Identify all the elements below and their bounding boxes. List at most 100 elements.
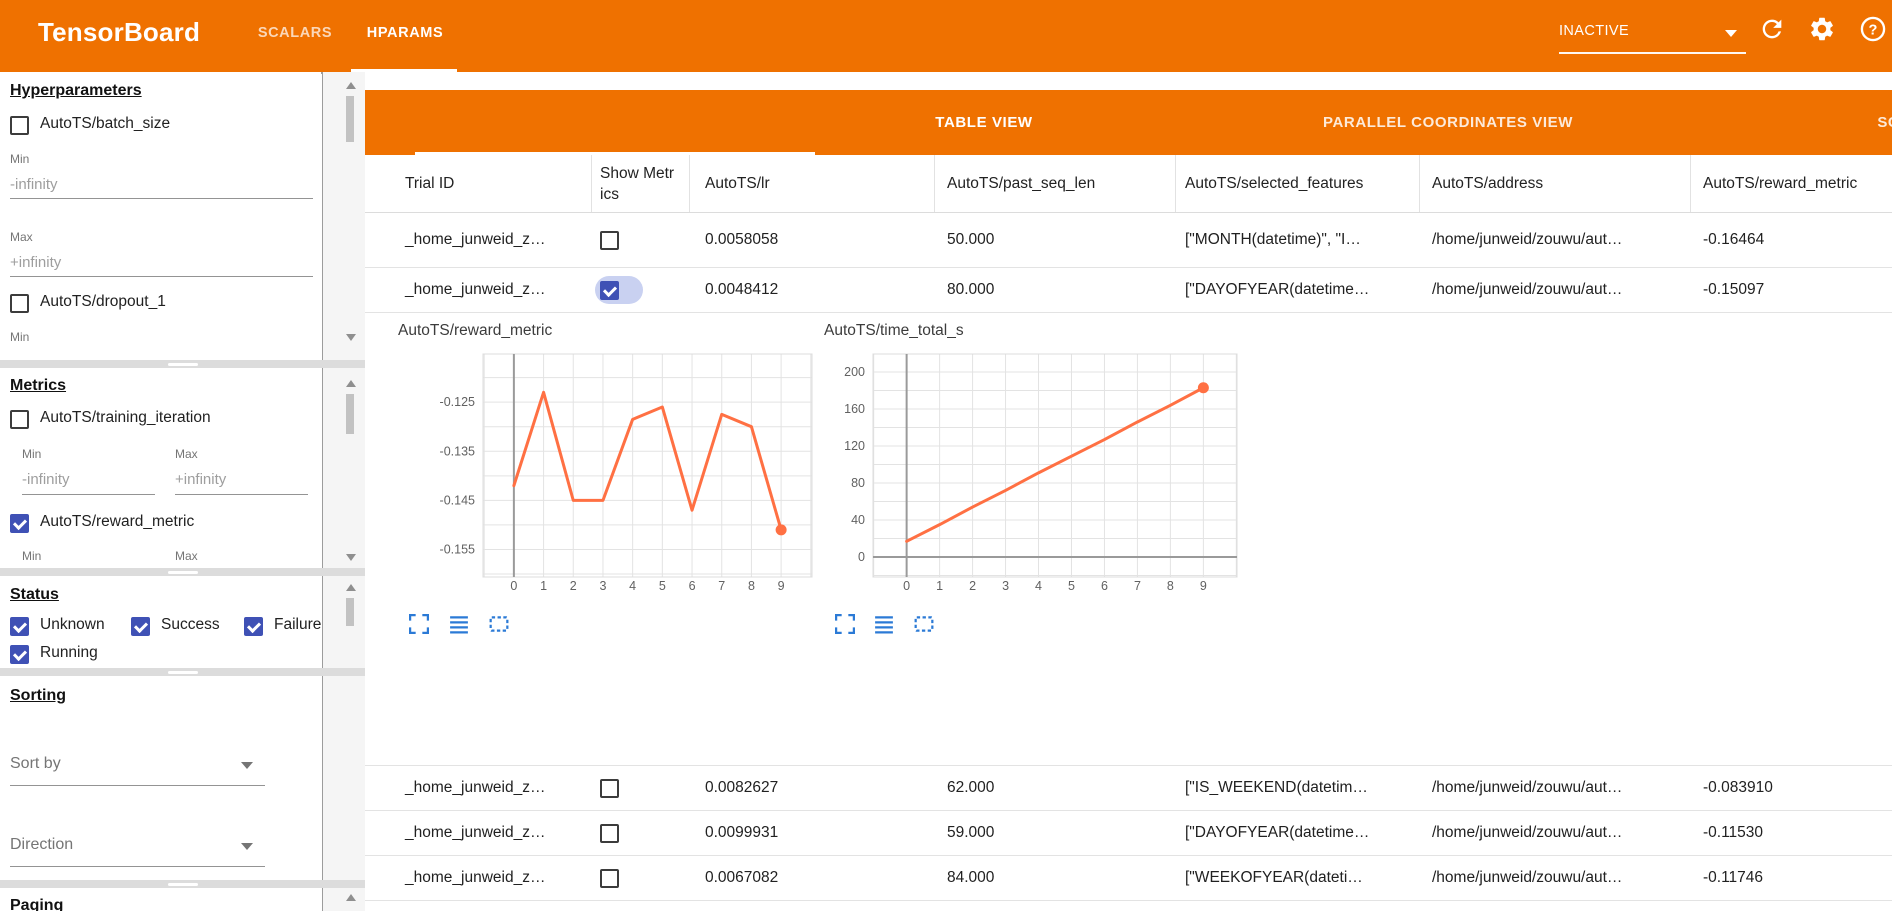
min-label: Min: [22, 549, 41, 563]
status-success-checkbox[interactable]: [131, 617, 150, 636]
selected-features-cell: ["DAYOFYEAR(datetime…: [1176, 811, 1420, 855]
chevron-down-icon[interactable]: [241, 762, 253, 769]
svg-text:40: 40: [851, 513, 865, 527]
tab-table-view[interactable]: TABLE VIEW: [814, 114, 1154, 131]
svg-text:160: 160: [844, 402, 865, 416]
section-divider[interactable]: [0, 668, 365, 676]
status-heading: Status: [10, 586, 59, 604]
direction-select[interactable]: Direction: [10, 836, 73, 854]
svg-text:3: 3: [599, 579, 606, 593]
lr-cell: 0.0048412: [690, 268, 935, 312]
show-metrics-checkbox[interactable]: [600, 869, 619, 888]
batch-size-checkbox[interactable]: [10, 116, 29, 135]
fullscreen-icon[interactable]: [409, 614, 429, 634]
address-cell: /home/junweid/zouwu/aut…: [1420, 213, 1691, 267]
selected-features-cell: ["WEEKOFYEAR(dateti…: [1176, 856, 1420, 900]
address-cell: /home/junweid/zouwu/aut…: [1420, 766, 1691, 810]
max-label: Max: [10, 230, 33, 244]
min-label: Min: [10, 330, 29, 344]
row-toggle-icon[interactable]: [874, 614, 894, 634]
trial-id-cell: _home_junweid_z…: [365, 766, 592, 810]
status-success-label: Success: [161, 616, 220, 634]
gear-icon[interactable]: [1808, 15, 1836, 43]
divider-drag-handle[interactable]: [168, 671, 198, 674]
selected-features-cell: ["MONTH(datetime)", "I…: [1176, 213, 1420, 267]
svg-text:9: 9: [1200, 579, 1207, 593]
row-toggle-icon[interactable]: [449, 614, 469, 634]
show-metrics-checkbox[interactable]: [600, 231, 619, 250]
show-metrics-checkbox[interactable]: [600, 281, 619, 300]
marquee-zoom-icon[interactable]: [489, 614, 509, 634]
reward-metric-checkbox[interactable]: [10, 514, 29, 533]
sorting-section: Sorting Sort by Direction: [0, 676, 322, 880]
scroll-down-arrow[interactable]: [346, 554, 356, 561]
min-input[interactable]: -infinity: [10, 176, 58, 193]
sort-by-select[interactable]: Sort by: [10, 755, 61, 773]
tab-scalars[interactable]: SCALARS: [240, 25, 350, 41]
section-divider[interactable]: [0, 568, 365, 576]
max-input[interactable]: +infinity: [175, 471, 226, 488]
status-failure-checkbox[interactable]: [244, 617, 263, 636]
dropdown-caret-icon: [1725, 30, 1737, 37]
tab-scatter-plot-matrix-view[interactable]: SCATTER PLOT MATRIX VIEW: [1823, 114, 1892, 131]
svg-text:0: 0: [510, 579, 517, 593]
view-tab-bar: TABLE VIEW PARALLEL COORDINATES VIEW SCA…: [365, 90, 1892, 155]
scroll-up-arrow[interactable]: [346, 82, 356, 89]
column-header-selected-features: AutoTS/selected_features: [1176, 155, 1420, 212]
metrics-heading: Metrics: [10, 377, 66, 395]
help-icon[interactable]: ?: [1859, 15, 1887, 43]
training-iteration-checkbox[interactable]: [10, 410, 29, 429]
sidebar-gutter: [323, 72, 365, 911]
divider-drag-handle[interactable]: [168, 571, 198, 574]
divider-drag-handle[interactable]: [168, 363, 198, 366]
past-seq-len-cell: 80.000: [935, 268, 1176, 312]
marquee-zoom-icon[interactable]: [914, 614, 934, 634]
dropout-checkbox[interactable]: [10, 294, 29, 313]
refresh-icon[interactable]: [1758, 15, 1786, 43]
table-row: _home_junweid_z… 0.0099931 59.000 ["DAYO…: [365, 811, 1892, 856]
show-metrics-checkbox[interactable]: [600, 824, 619, 843]
column-header-past-seq-len: AutoTS/past_seq_len: [935, 155, 1176, 212]
scrollbar-thumb[interactable]: [346, 394, 354, 434]
show-metrics-cell: [592, 213, 690, 267]
status-unknown-label: Unknown: [40, 616, 105, 634]
address-cell: /home/junweid/zouwu/aut…: [1420, 268, 1691, 312]
scroll-up-arrow[interactable]: [346, 584, 356, 591]
max-label: Max: [175, 447, 198, 461]
scroll-up-arrow[interactable]: [346, 894, 356, 901]
scrollbar-thumb[interactable]: [346, 598, 354, 626]
address-cell: /home/junweid/zouwu/aut…: [1420, 811, 1691, 855]
run-status-dropdown[interactable]: INACTIVE: [1559, 23, 1746, 51]
svg-text:8: 8: [748, 579, 755, 593]
min-input[interactable]: -infinity: [22, 471, 70, 488]
past-seq-len-cell: 84.000: [935, 856, 1176, 900]
scrollbar-thumb[interactable]: [346, 96, 354, 142]
max-input[interactable]: +infinity: [10, 254, 61, 271]
show-metrics-cell: [592, 856, 690, 900]
show-metrics-cell: [592, 766, 690, 810]
divider-drag-handle[interactable]: [168, 883, 198, 886]
show-metrics-checkbox[interactable]: [600, 779, 619, 798]
chevron-down-icon[interactable]: [241, 843, 253, 850]
column-header-lr: AutoTS/lr: [690, 155, 935, 212]
min-label: Min: [22, 447, 41, 461]
section-divider[interactable]: [0, 360, 365, 368]
view-tab-indicator: [415, 152, 815, 155]
reward-metric-cell: -0.16464: [1691, 213, 1892, 267]
fullscreen-icon[interactable]: [835, 614, 855, 634]
status-running-checkbox[interactable]: [10, 645, 29, 664]
svg-text:8: 8: [1167, 579, 1174, 593]
tab-parallel-coordinates-view[interactable]: PARALLEL COORDINATES VIEW: [1278, 114, 1618, 131]
dropdown-underline: [1559, 52, 1746, 54]
section-divider[interactable]: [0, 880, 365, 888]
scroll-down-arrow[interactable]: [346, 334, 356, 341]
lr-cell: 0.0067082: [690, 856, 935, 900]
chart-title-reward-metric: AutoTS/reward_metric: [398, 322, 552, 340]
status-unknown-checkbox[interactable]: [10, 617, 29, 636]
scroll-up-arrow[interactable]: [346, 380, 356, 387]
lr-cell: 0.0082627: [690, 766, 935, 810]
sort-by-underline: [10, 785, 265, 786]
svg-text:3: 3: [1002, 579, 1009, 593]
tab-hparams[interactable]: HPARAMS: [350, 25, 460, 41]
svg-text:80: 80: [851, 476, 865, 490]
